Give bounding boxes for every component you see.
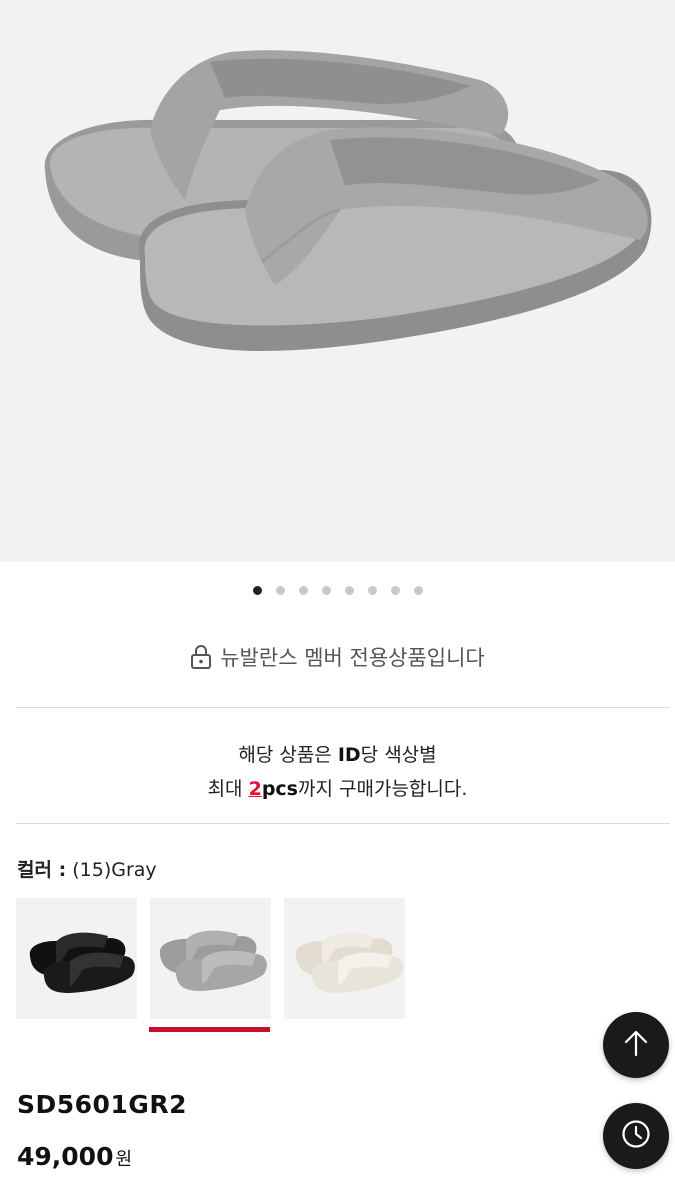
limit-line2-prefix: 최대 [207,778,249,800]
member-notice-text: 뉴발란스 멤버 전용상품입니다 [220,646,485,670]
color-swatch-black[interactable] [16,898,137,1019]
gallery-dot-6[interactable] [367,586,377,595]
scroll-to-top-button[interactable] [603,1012,669,1078]
member-only-notice: 뉴발란스 멤버 전용상품입니다 [0,642,675,672]
limit-qty-unit: pcs [261,778,298,800]
divider [16,707,670,708]
limit-id-label: ID [337,744,361,766]
recent-items-button[interactable] [603,1103,669,1169]
lock-icon [190,644,212,670]
selected-swatch-indicator [149,1027,270,1032]
price-amount: 49,000 [17,1142,114,1171]
divider [16,823,670,824]
purchase-limit-notice: 해당 상품은 ID당 색상별 최대 2pcs까지 구매가능합니다. [0,738,675,806]
product-sku: SD5601GR2 [17,1090,188,1119]
color-swatch-gray[interactable] [150,898,271,1019]
limit-line2-suffix: 까지 구매가능합니다. [298,778,468,800]
gallery-dot-7[interactable] [390,586,400,595]
gallery-pagination [0,586,675,595]
color-swatches [16,898,405,1019]
purchase-limit-line-2: 최대 2pcs까지 구매가능합니다. [0,772,675,806]
color-swatch-ivory[interactable] [284,898,405,1019]
product-price: 49,000 원 [17,1142,132,1171]
color-label: 컬러 : (15)Gray [17,855,157,882]
purchase-limit-line-1: 해당 상품은 ID당 색상별 [0,738,675,772]
color-label-title: 컬러 : [17,859,67,881]
gallery-dot-4[interactable] [321,586,331,595]
limit-qty-number: 2 [248,778,262,800]
limit-line1-suffix: 당 색상별 [360,744,437,766]
price-unit: 원 [115,1149,133,1170]
sandal-illustration [44,50,652,352]
gallery-dot-3[interactable] [298,586,308,595]
arrow-up-icon [621,1028,651,1062]
limit-prefix: 해당 상품은 [238,744,338,766]
color-selected-value: (15)Gray [72,859,157,881]
gallery-dot-2[interactable] [275,586,285,595]
gallery-dot-1[interactable] [252,586,262,595]
product-image[interactable] [0,0,675,562]
gallery-dot-8[interactable] [413,586,423,595]
gallery-dot-5[interactable] [344,586,354,595]
clock-icon [620,1118,652,1154]
